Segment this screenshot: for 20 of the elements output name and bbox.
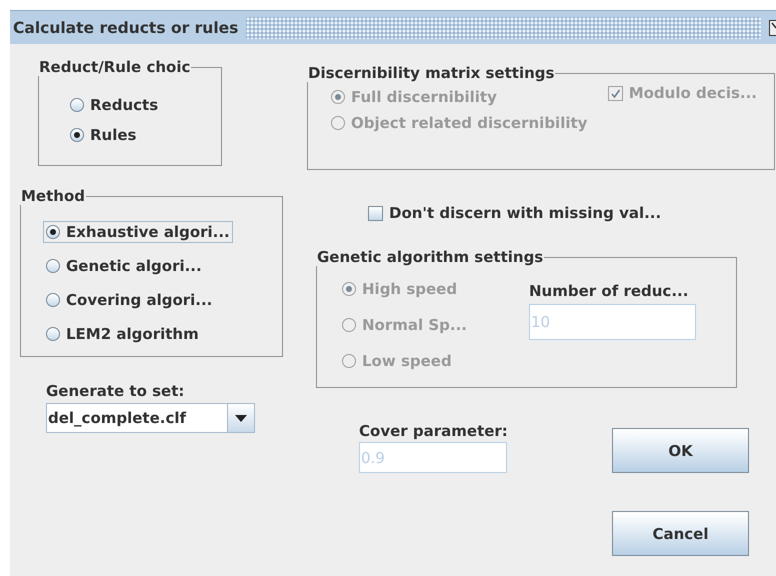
radio-option[interactable]: Exhaustive algori... bbox=[43, 221, 233, 243]
dialog-button[interactable]: OK bbox=[612, 428, 749, 473]
group-title: Genetic algorithm settings bbox=[316, 248, 544, 266]
radio-option[interactable]: Genetic algori... bbox=[43, 255, 205, 277]
field-label: Cover parameter: bbox=[359, 422, 509, 440]
dialog-button[interactable]: Cancel bbox=[612, 511, 749, 556]
group-title: Method bbox=[20, 187, 86, 205]
radio-option[interactable]: Rules bbox=[67, 124, 140, 146]
checkbox-option[interactable]: Don't discern with missing val... bbox=[365, 202, 664, 224]
group-title: Reduct/Rule choic bbox=[38, 58, 192, 76]
close-icon[interactable] bbox=[769, 20, 776, 36]
set-dropdown[interactable]: del_complete.clf bbox=[46, 403, 255, 433]
radio-option[interactable]: Reducts bbox=[67, 94, 162, 116]
group-title: Discernibility matrix settings bbox=[307, 64, 556, 82]
caret-icon bbox=[235, 414, 247, 422]
window-title: Calculate reducts or rules bbox=[13, 18, 238, 36]
radio-option[interactable]: Covering algori... bbox=[43, 289, 216, 311]
radio-option[interactable]: LEM2 algorithm bbox=[43, 323, 202, 345]
field-label: Generate to set: bbox=[46, 382, 186, 400]
field-label: Number of reduc... bbox=[529, 282, 690, 300]
